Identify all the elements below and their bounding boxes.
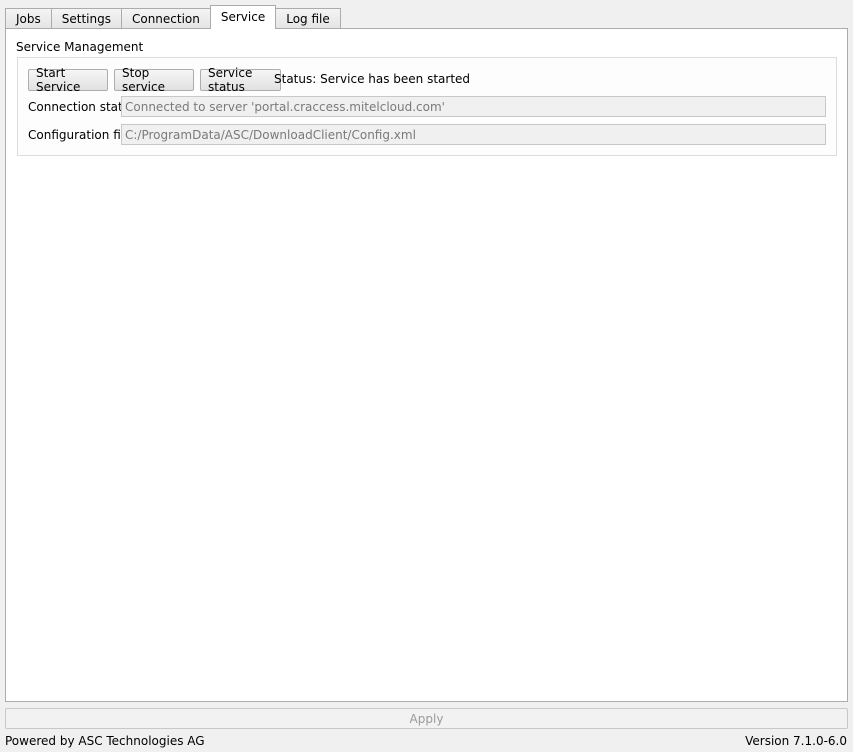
service-tab-pane: Service Management Start Service Stop se… (5, 28, 848, 702)
tab-label: Connection (131, 12, 200, 26)
powered-by-text: Powered by ASC Technologies AG (5, 734, 205, 748)
version-text: Version 7.1.0-6.0 (745, 734, 847, 748)
tab-jobs[interactable]: Jobs (5, 8, 52, 29)
tab-label: Jobs (16, 12, 41, 26)
stop-service-button[interactable]: Stop service (114, 66, 194, 94)
configuration-file-label: Configuration file (28, 128, 132, 142)
status-text: Status: Service has been started (274, 72, 471, 86)
tab-settings[interactable]: Settings (50, 8, 122, 29)
tab-bar: Jobs Settings Connection Service Log fil… (5, 5, 341, 29)
tab-connection[interactable]: Connection (120, 8, 211, 29)
apply-button[interactable]: Apply (5, 708, 848, 729)
tab-label: Service (220, 9, 266, 24)
start-service-button[interactable]: Start Service (28, 66, 108, 94)
service-status-button[interactable]: Service status (200, 66, 281, 94)
tab-log-file[interactable]: Log file (275, 8, 341, 29)
tab-label: Log file (286, 12, 330, 26)
connection-status-field[interactable]: Connected to server 'portal.craccess.mit… (121, 96, 826, 117)
tab-label: Settings (61, 12, 111, 26)
group-title: Service Management (16, 40, 144, 54)
configuration-file-field[interactable]: C:/ProgramData/ASC/DownloadClient/Config… (121, 124, 826, 145)
tab-service[interactable]: Service (209, 5, 277, 29)
